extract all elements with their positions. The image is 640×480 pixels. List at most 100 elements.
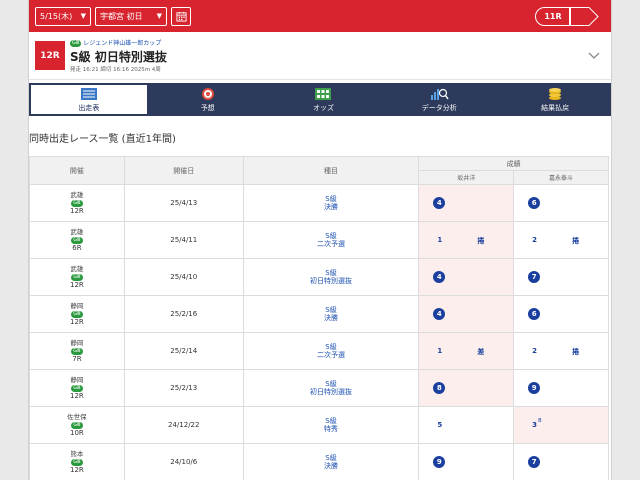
venue-name: 武雄 [70, 191, 84, 199]
section-title: 同時出走レース一覧 (直近1年間) [29, 134, 176, 145]
race-header: 12R GⅢ レジェンド神山雄一郎カップ S級 初日特別選抜 発走 16:21 … [29, 32, 611, 80]
result-rider-1[interactable]: 1捲 [418, 221, 515, 259]
date-cell: 25/2/14 [123, 332, 244, 370]
grade-badge: GⅢ [71, 273, 83, 281]
rank-circle: 4 [433, 271, 446, 283]
table-row[interactable]: 武雄 GⅢ 12R 25/4/13 S級 決勝 4 6 [29, 184, 609, 222]
venue-cell: 佐世保 GⅢ 10R [29, 406, 125, 444]
result-rider-2[interactable]: 2捲 [513, 332, 609, 370]
grade-badge: GⅢ [71, 236, 83, 244]
race-title: S級 初日特別選抜 [70, 50, 167, 64]
date-cell: 25/4/11 [123, 221, 244, 259]
event-name: 初日特別選抜 [309, 277, 352, 285]
event-cell[interactable]: S級 特秀 [242, 406, 420, 444]
caret-down-icon: ▼ [156, 12, 162, 20]
result-rider-2[interactable]: 6 [513, 184, 609, 222]
racecard-icon [80, 87, 97, 100]
result-rider-1[interactable]: 4 [418, 258, 515, 296]
tab-results[interactable]: 結果払戻 [497, 83, 611, 116]
table-row[interactable]: 佐世保 GⅢ 10R 24/12/22 S級 特秀 5 3 B [29, 406, 609, 444]
date-cell: 25/4/13 [123, 184, 244, 222]
result-rider-2[interactable]: 7 [513, 258, 609, 296]
event-cell[interactable]: S級 二次予選 [242, 221, 420, 259]
table-row[interactable]: 熊本 GⅢ 12R 24/10/6 S級 決勝 9 7 [29, 443, 609, 480]
venue-name: 熊本 [70, 450, 84, 458]
event-cell[interactable]: S級 決勝 [242, 184, 420, 222]
result-rider-1[interactable]: 5 [418, 406, 515, 444]
top-bar: 5/15(木) ▼ 宇都宮 初日 ▼ 11R [29, 0, 611, 32]
odds-board-icon [315, 87, 332, 100]
event-name: 初日特別選抜 [309, 388, 352, 396]
tab-bar: 出走表 予想 オッズ データ分析 結果払戻 [29, 83, 611, 116]
tab-racecard[interactable]: 出走表 [30, 84, 148, 115]
tab-odds[interactable]: オッズ [266, 83, 382, 116]
race-class: S級 [325, 195, 337, 203]
rank-number: 1 [437, 236, 443, 244]
header-event: 種目 [242, 156, 420, 185]
venue-cell: 武雄 GⅢ 12R [29, 258, 125, 296]
result-rider-2[interactable]: 7 [513, 443, 609, 480]
rank-circle: 4 [433, 197, 446, 209]
cup-name: レジェンド神山雄一郎カップ [83, 40, 162, 47]
result-rider-1[interactable]: 8 [418, 369, 515, 407]
grade-badge: GⅢ [71, 384, 83, 392]
tab-data-analysis[interactable]: データ分析 [381, 83, 497, 116]
race-number: 7R [72, 355, 82, 363]
chevron-down-icon[interactable] [587, 48, 601, 62]
result-rider-2[interactable]: 2捲 [513, 221, 609, 259]
tab-label: 予想 [200, 103, 215, 112]
rank-number: 2 [532, 347, 537, 355]
date-cell: 25/2/16 [123, 295, 244, 333]
event-cell[interactable]: S級 決勝 [242, 295, 420, 333]
calendar-icon [175, 11, 187, 22]
table-row[interactable]: 静岡 GⅢ 12R 25/2/13 S級 初日特別選抜 8 9 [29, 369, 609, 407]
event-cell[interactable]: S級 決勝 [242, 443, 420, 480]
venue-cell: 武雄 GⅢ 6R [29, 221, 125, 259]
result-rider-2[interactable]: 3B [513, 406, 609, 444]
event-name: 特秀 [323, 425, 338, 433]
grade-badge: GⅢ [71, 310, 83, 318]
result-rider-2[interactable]: 9 [513, 369, 609, 407]
result-rider-1[interactable]: 1差 [418, 332, 515, 370]
venue-cell: 武雄 GⅢ 12R [29, 184, 125, 222]
race-class: S級 [325, 269, 337, 277]
tab-label: オッズ [312, 103, 334, 112]
previous-race-button[interactable]: 11R [535, 7, 571, 26]
meeting-select-value: 宇都宮 初日 [100, 12, 143, 21]
result-rider-1[interactable]: 4 [418, 184, 515, 222]
result-rider-2[interactable]: 6 [513, 295, 609, 333]
date-select-value: 5/15(木) [40, 12, 73, 21]
venue-cell: 静岡 GⅢ 12R [29, 369, 125, 407]
caret-down-icon: ▼ [80, 12, 86, 20]
race-number: 6R [72, 244, 82, 252]
grade-badge: GⅢ [71, 458, 83, 466]
event-cell[interactable]: S級 初日特別選抜 [242, 258, 420, 296]
coins-icon [549, 87, 562, 100]
meeting-select[interactable]: 宇都宮 初日 ▼ [95, 7, 167, 26]
winning-move: 捲 [477, 237, 485, 245]
venue-name: 静岡 [70, 376, 84, 384]
rank-circle: 9 [528, 382, 541, 394]
tab-prediction[interactable]: 予想 [150, 83, 266, 116]
event-cell[interactable]: S級 二次予選 [242, 332, 420, 370]
cup-line: GⅢ レジェンド神山雄一郎カップ [70, 38, 161, 47]
grade-badge: GⅢ [70, 40, 82, 47]
venue-cell: 静岡 GⅢ 7R [29, 332, 125, 370]
header-rider-1: 坂井洋 [418, 170, 515, 185]
table-row[interactable]: 静岡 GⅢ 7R 25/2/14 S級 二次予選 1 差 2 捲 [29, 332, 609, 370]
date-select[interactable]: 5/15(木) ▼ [35, 7, 91, 26]
race-number: 12R [70, 207, 84, 215]
chevron-right-icon[interactable] [569, 7, 599, 26]
calendar-button[interactable] [171, 7, 191, 26]
result-rider-1[interactable]: 9 [418, 443, 515, 480]
race-class: S級 [325, 454, 337, 462]
result-rider-1[interactable]: 4 [418, 295, 515, 333]
table-row[interactable]: 武雄 GⅢ 6R 25/4/11 S級 二次予選 1 捲 2 捲 [29, 221, 609, 259]
table-row[interactable]: 武雄 GⅢ 12R 25/4/10 S級 初日特別選抜 4 7 [29, 258, 609, 296]
table-row[interactable]: 静岡 GⅢ 12R 25/2/16 S級 決勝 4 6 [29, 295, 609, 333]
tab-label: 結果払戻 [541, 103, 570, 112]
tab-label: データ分析 [421, 103, 457, 112]
race-class: S級 [325, 380, 337, 388]
grade-badge: GⅢ [71, 421, 83, 429]
event-cell[interactable]: S級 初日特別選抜 [242, 369, 420, 407]
